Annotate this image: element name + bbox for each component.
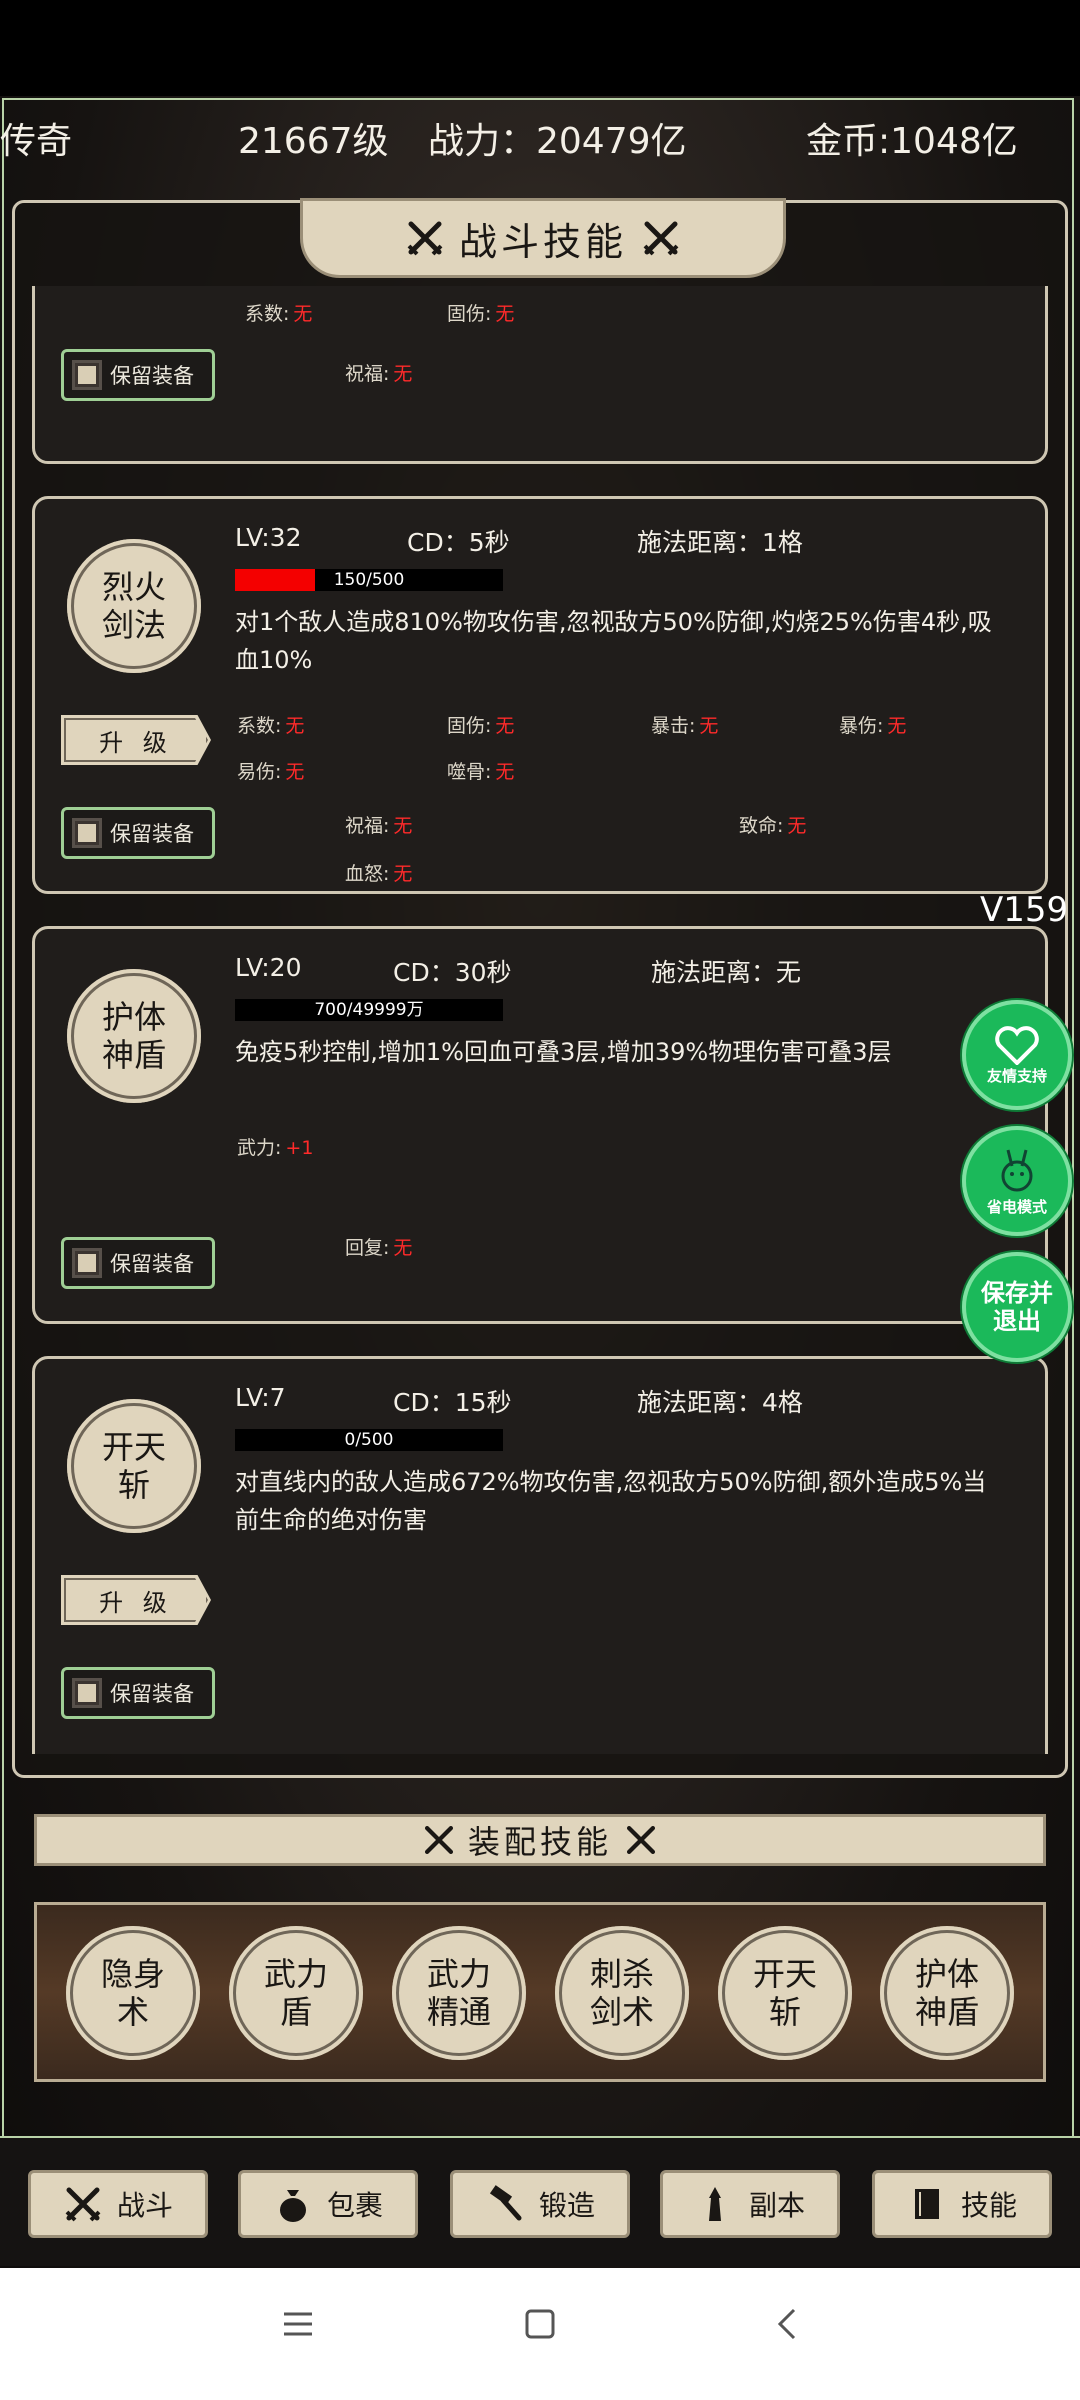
tab-dungeon[interactable]: 副本 <box>660 2170 840 2238</box>
skill-medal[interactable]: 开天斩 <box>67 1399 201 1533</box>
crossed-swords-icon <box>424 1825 454 1855</box>
attr-bone-bite: 噬骨: 无 <box>447 761 515 783</box>
bag-icon <box>279 2190 306 2222</box>
skill-card-huti: 护体神盾 LV:20 CD：30秒 施法距离：无 700/49999万 免疫5秒… <box>32 926 1048 1324</box>
skill-level: LV:7 <box>235 1383 286 1412</box>
skill-level: LV:20 <box>235 953 302 982</box>
title-fragment: 传奇 <box>0 121 73 162</box>
skills-panel-title-text: 战斗技能 <box>458 219 627 264</box>
save-exit-label: 保存并退出 <box>981 1279 1053 1335</box>
attr-blessing: 祝福: 无 <box>345 363 413 385</box>
attr-coefficient: 系数: 无 <box>237 715 305 737</box>
checkbox[interactable] <box>72 818 102 848</box>
attr-recovery: 回复: 无 <box>345 1237 413 1259</box>
version-label: V159 <box>980 890 1069 930</box>
skill-card-liehuo: 烈火剑法 LV:32 CD：5秒 施法距离：1格 150/500 对1个敌人造成… <box>32 496 1048 894</box>
support-button[interactable]: 友情支持 <box>962 1000 1072 1110</box>
skill-card-kaitian: 开天斩 LV:7 CD：15秒 施法距离：4格 0/500 对直线内的敌人造成6… <box>32 1356 1048 1754</box>
attr-fixed-damage: 固伤: 无 <box>447 715 515 737</box>
skill-level: LV:32 <box>235 523 302 552</box>
tab-bag-label: 包裹 <box>326 2189 383 2222</box>
skill-description: 免疫5秒控制,增加1%回血可叠3层,增加39%物理伤害可叠3层 <box>235 1038 892 1066</box>
attr-vulnerable: 易伤: 无 <box>237 761 305 783</box>
progress-bar: 700/49999万 <box>235 999 503 1021</box>
upgrade-button[interactable]: 升 级 <box>61 715 211 765</box>
tower-icon <box>708 2187 721 2221</box>
attr-blood-rage: 血怒: 无 <box>345 863 413 885</box>
keep-equip-button[interactable]: 保留装备 <box>61 349 215 401</box>
power-text: 战力：20479亿 <box>428 121 687 162</box>
equip-slot-3[interactable]: 武力精通 <box>392 1926 526 2060</box>
skill-card-partial: 系数: 无 固伤: 无 祝福: 无 保留装备 <box>32 286 1048 464</box>
status-bar <box>0 0 1080 96</box>
skill-description: 对直线内的敌人造成672%物攻伤害,忽视敌方50%防御,额外造成5%当前生命的绝… <box>235 1468 987 1534</box>
checkbox[interactable] <box>72 360 102 390</box>
tab-skills-label: 技能 <box>960 2189 1017 2222</box>
attr-crit: 暴击: 无 <box>651 715 719 737</box>
equip-title: 装配技能 <box>34 1814 1046 1866</box>
upgrade-button[interactable]: 升 级 <box>61 1575 211 1625</box>
skill-medal[interactable]: 护体神盾 <box>67 969 201 1103</box>
checkbox[interactable] <box>72 1678 102 1708</box>
skill-range: 施法距离：无 <box>651 958 802 987</box>
book-icon <box>914 2189 939 2219</box>
skill-cd: CD：15秒 <box>393 1388 512 1417</box>
power-save-label: 省电模式 <box>986 1197 1047 1216</box>
crossed-swords-icon <box>407 221 443 256</box>
skill-cd: CD：5秒 <box>407 528 510 557</box>
equip-slot-6[interactable]: 护体神盾 <box>880 1926 1014 2060</box>
gold-text: 金币:1048亿 <box>806 121 1018 162</box>
tab-forge[interactable]: 锻造 <box>450 2170 630 2238</box>
skill-cd: CD：30秒 <box>393 958 512 987</box>
attr-blessing: 祝福: 无 <box>345 815 413 837</box>
skills-list[interactable]: 系数: 无 固伤: 无 祝福: 无 保留装备 烈火剑法 LV:32 CD：5秒 施法距… <box>24 286 1056 1754</box>
tab-bag[interactable]: 包裹 <box>238 2170 418 2238</box>
tab-dungeon-label: 副本 <box>748 2189 805 2222</box>
skill-description: 对1个敌人造成810%物攻伤害,忽视敌方50%防御,灼烧25%伤害4秒,吸血10… <box>235 608 992 674</box>
menu-icon[interactable] <box>280 2306 316 2342</box>
attr-coefficient: 系数: 无 <box>245 303 313 325</box>
heart-icon <box>995 1025 1039 1065</box>
keep-equip-button[interactable]: 保留装备 <box>61 807 215 859</box>
power-save-button[interactable]: 省电模式 <box>962 1126 1072 1236</box>
equip-slot-4[interactable]: 刺杀剑术 <box>555 1926 689 2060</box>
back-icon[interactable] <box>770 2306 806 2342</box>
support-label: 友情支持 <box>986 1066 1047 1085</box>
crossed-swords-icon <box>643 221 679 256</box>
bunny-icon <box>1001 1149 1033 1191</box>
attr-fixed-damage: 固伤: 无 <box>447 303 515 325</box>
keep-equip-button[interactable]: 保留装备 <box>61 1237 215 1289</box>
home-icon[interactable] <box>522 2306 558 2342</box>
skills-panel-title: 战斗技能 <box>300 198 786 278</box>
tab-forge-label: 锻造 <box>538 2189 595 2222</box>
save-exit-button[interactable]: 保存并退出 <box>962 1252 1072 1362</box>
tab-battle[interactable]: 战斗 <box>28 2170 208 2238</box>
attr-lethal: 致命: 无 <box>739 815 807 837</box>
checkbox[interactable] <box>72 1248 102 1278</box>
tab-skills[interactable]: 技能 <box>872 2170 1052 2238</box>
skill-range: 施法距离：4格 <box>637 1388 803 1417</box>
attr-force: 武力: +1 <box>237 1137 314 1159</box>
hammer-icon <box>489 2185 522 2221</box>
equip-slot-1[interactable]: 隐身术 <box>66 1926 200 2060</box>
progress-label: 0/500 <box>344 1430 394 1450</box>
progress-bar: 0/500 <box>235 1429 503 1451</box>
progress-bar: 150/500 <box>235 569 503 591</box>
equip-title-text: 装配技能 <box>467 1823 612 1861</box>
attr-crit-damage: 暴伤: 无 <box>839 715 907 737</box>
skill-medal[interactable]: 烈火剑法 <box>67 539 201 673</box>
progress-label: 150/500 <box>333 570 405 590</box>
swords-icon <box>65 2187 101 2222</box>
level-text: 21667级 <box>238 121 389 162</box>
skill-range: 施法距离：1格 <box>637 528 803 557</box>
keep-equip-button[interactable]: 保留装备 <box>61 1667 215 1719</box>
equip-slot-5[interactable]: 开天斩 <box>718 1926 852 2060</box>
progress-label: 700/49999万 <box>314 1000 424 1020</box>
equip-slot-2[interactable]: 武力盾 <box>229 1926 363 2060</box>
tab-battle-label: 战斗 <box>116 2189 173 2222</box>
crossed-swords-icon <box>626 1825 656 1855</box>
